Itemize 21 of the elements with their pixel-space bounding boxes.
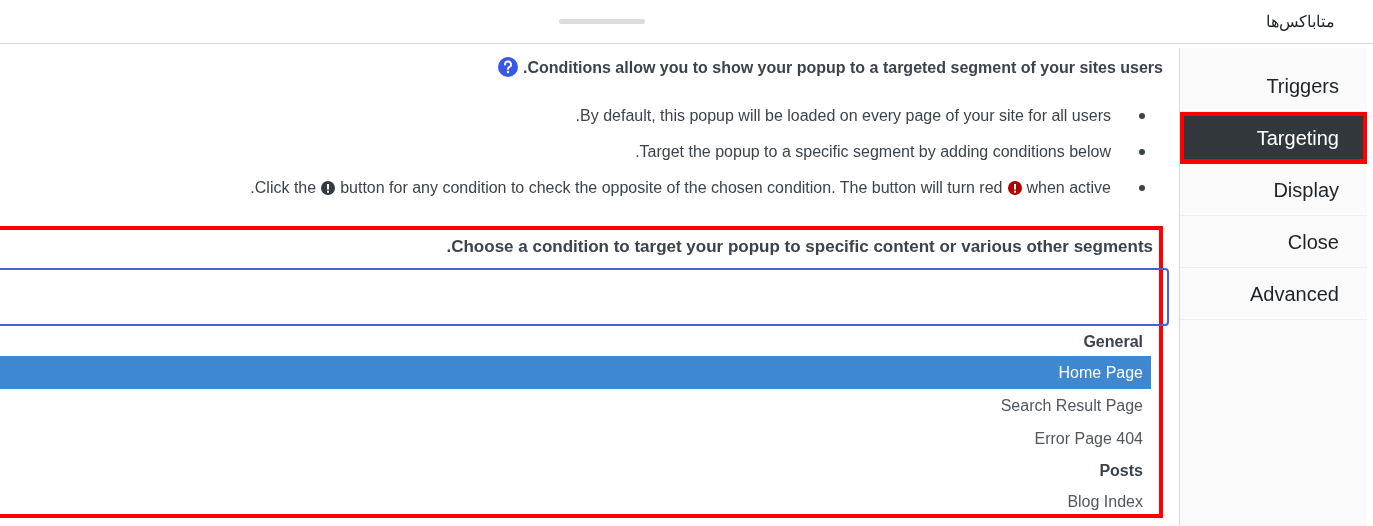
bullet-text: when active bbox=[1026, 179, 1111, 196]
bullet-text: Target the popup to a specific segment by adding conditions below. bbox=[635, 142, 1111, 162]
condition-label: Choose a condition to target your popup to specific content or various other segments. bbox=[445, 236, 1154, 258]
option-group-label: General bbox=[1082, 331, 1144, 352]
dropdown-option[interactable]: Search Result Page bbox=[0, 388, 1151, 422]
sidebar-tab[interactable]: Targeting bbox=[1180, 112, 1367, 164]
bullet-text: By default, this popup will be loaded on every page of your site for all users. bbox=[575, 106, 1111, 126]
bullet-text: button for any condition to check the opposite of the chosen condition. The button will turn red bbox=[340, 179, 1003, 196]
bullet-dot bbox=[1139, 185, 1145, 191]
bullet-dot bbox=[1139, 149, 1145, 155]
drag-handle[interactable] bbox=[559, 19, 645, 24]
bullet-text: .Click the bbox=[250, 179, 317, 196]
dropdown-option[interactable]: Blog Index bbox=[0, 484, 1151, 518]
dropdown-option[interactable]: Home Page bbox=[0, 355, 1151, 389]
help-icon[interactable] bbox=[498, 57, 519, 77]
option-group-label: Posts bbox=[1098, 460, 1144, 481]
dropdown-option[interactable]: Error Page 404 bbox=[0, 421, 1151, 455]
intro-text: Conditions allow you to show your popup to a targeted segment of your sites users. bbox=[522, 59, 1163, 76]
condition-select-field[interactable] bbox=[0, 267, 1169, 326]
panel-title: متاباکس‌ها bbox=[1266, 12, 1335, 33]
bullet-dot bbox=[1139, 113, 1145, 119]
